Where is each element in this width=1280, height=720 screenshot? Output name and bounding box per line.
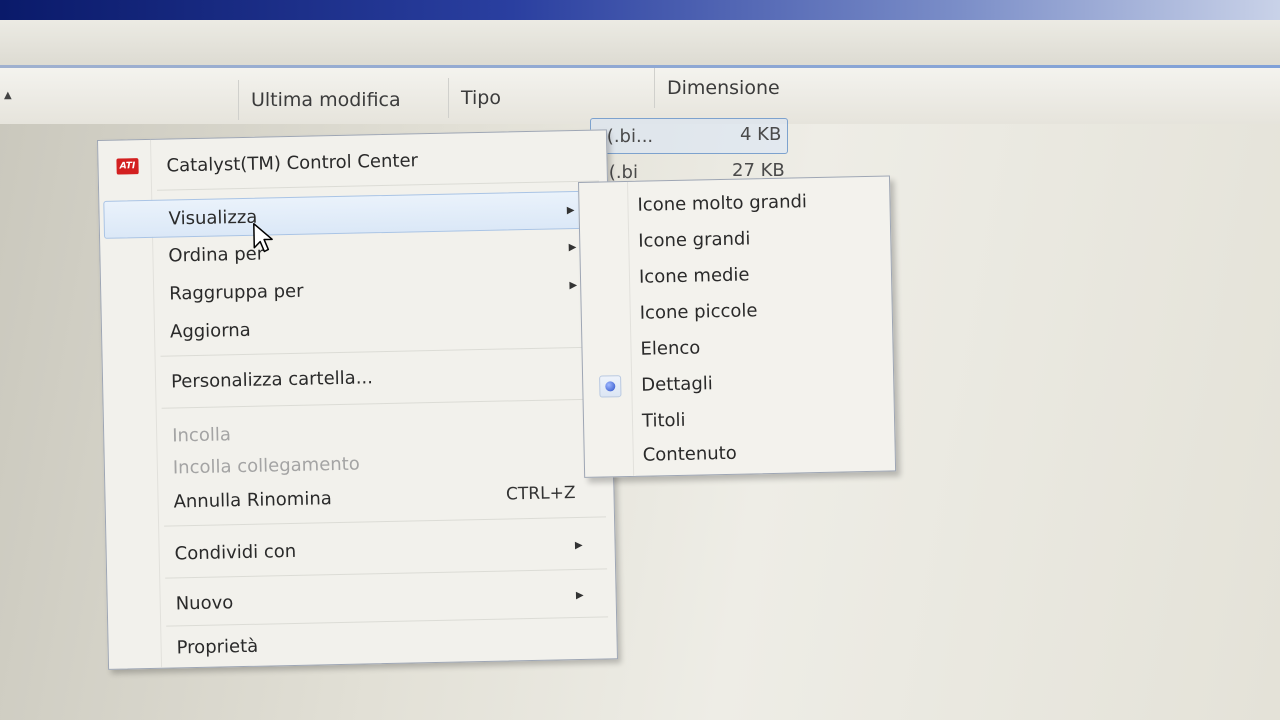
- submenu-item-label: Dettagli: [641, 372, 713, 396]
- sort-arrow-icon: ▲: [4, 90, 12, 101]
- submenu-item-extra-large-icons[interactable]: Icone molto grandi: [583, 183, 886, 223]
- menu-item-properties[interactable]: Proprietà: [112, 620, 613, 666]
- column-header-modified[interactable]: Ultima modifica: [238, 80, 447, 120]
- menu-item-catalyst-label: Catalyst(TM) Control Center: [166, 149, 419, 177]
- menu-item-paste-label: Incolla: [171, 423, 232, 446]
- menu-item-refresh-label: Aggiorna: [169, 319, 251, 343]
- context-menu: ATI Catalyst(TM) Control Center Visualiz…: [97, 129, 618, 670]
- submenu-arrow-icon: ▶: [575, 589, 584, 601]
- menu-item-sort-by-label: Ordina per: [168, 243, 265, 267]
- column-header-size-label: Dimensione: [667, 77, 780, 99]
- menu-separator: [161, 398, 604, 409]
- view-submenu: Icone molto grandi Icone grandi Icone me…: [578, 175, 897, 478]
- menu-item-share-with[interactable]: Condividi con ▶: [110, 526, 611, 572]
- submenu-item-label: Contenuto: [642, 442, 737, 466]
- menu-item-share-with-label: Condividi con: [174, 540, 297, 564]
- menu-item-refresh[interactable]: Aggiorna: [106, 304, 607, 350]
- column-header-type[interactable]: Tipo: [448, 78, 657, 118]
- menu-item-customize-folder-label: Personalizza cartella...: [170, 366, 374, 392]
- title-bar: [0, 0, 1280, 20]
- menu-item-customize-folder[interactable]: Personalizza cartella...: [107, 354, 608, 400]
- row-size-cell: 4 KB: [740, 124, 782, 145]
- menu-item-new-label: Nuovo: [175, 591, 234, 614]
- submenu-item-label: Icone grandi: [638, 227, 751, 252]
- column-header-modified-label: Ultima modifica: [251, 89, 401, 111]
- submenu-item-label: Icone molto grandi: [637, 190, 808, 216]
- radio-selected-icon: [599, 375, 622, 398]
- submenu-item-label: Elenco: [640, 336, 701, 360]
- submenu-arrow-icon: ▶: [566, 204, 575, 216]
- submenu-item-list[interactable]: Elenco: [586, 327, 889, 367]
- submenu-item-content[interactable]: Contenuto: [588, 433, 891, 473]
- toolbar-area: [0, 20, 1280, 69]
- menu-item-group-by-label: Raggruppa per: [169, 280, 304, 305]
- submenu-item-large-icons[interactable]: Icone grandi: [584, 219, 887, 259]
- menu-item-undo-rename-shortcut: CTRL+Z: [505, 483, 576, 505]
- submenu-arrow-icon: ▶: [568, 241, 577, 253]
- mouse-cursor-icon: [253, 222, 273, 253]
- submenu-item-label: Titoli: [641, 409, 686, 432]
- menu-item-paste-link-label: Incolla collegamento: [172, 453, 360, 478]
- menu-item-new[interactable]: Nuovo ▶: [111, 576, 612, 622]
- menu-item-undo-rename-label: Annulla Rinomina: [173, 487, 332, 512]
- column-header-type-label: Tipo: [461, 87, 501, 109]
- submenu-item-label: Icone piccole: [639, 299, 758, 324]
- submenu-item-small-icons[interactable]: Icone piccole: [585, 291, 888, 331]
- column-header-size[interactable]: Dimensione: [654, 68, 803, 108]
- menu-item-catalyst[interactable]: ATI Catalyst(TM) Control Center: [102, 138, 603, 184]
- menu-item-view-label: Visualizza: [168, 206, 258, 230]
- ati-icon: ATI: [116, 158, 139, 175]
- submenu-arrow-icon: ▶: [569, 279, 578, 291]
- submenu-arrow-icon: ▶: [574, 539, 583, 551]
- menu-item-properties-label: Proprietà: [176, 635, 259, 658]
- submenu-item-details[interactable]: Dettagli: [587, 363, 890, 403]
- submenu-item-medium-icons[interactable]: Icone medie: [585, 255, 888, 295]
- submenu-item-label: Icone medie: [638, 263, 750, 288]
- column-header-row: Ultima modifica Tipo Dimensione: [0, 68, 1280, 124]
